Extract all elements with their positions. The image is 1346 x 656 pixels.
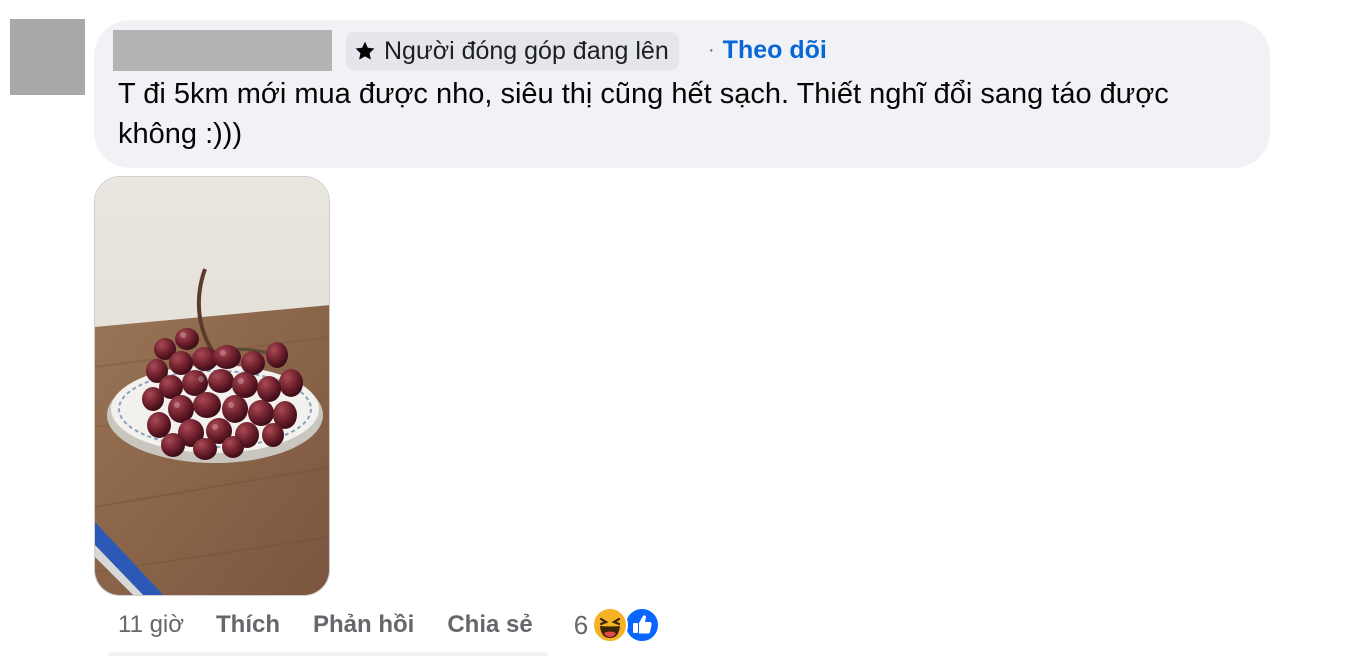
contributor-badge: Người đóng góp đang lên <box>346 32 679 70</box>
like-button[interactable]: Thích <box>216 611 280 639</box>
reaction-summary[interactable]: 6 <box>574 606 662 644</box>
comment-actions: 11 giờ Thích Phản hồi Chia sẻ 6 <box>118 607 662 643</box>
haha-icon <box>592 607 629 650</box>
follow-group: · Theo dõi <box>708 36 827 65</box>
next-comment-edge <box>108 652 548 656</box>
grapes-photo-illustration <box>95 177 329 595</box>
star-icon <box>354 40 376 62</box>
comment-bubble: Người đóng góp đang lên · Theo dõi T đi … <box>94 20 1270 168</box>
comment-text: T đi 5km mới mua được nho, siêu thị cũng… <box>118 78 1169 150</box>
reply-button[interactable]: Phản hồi <box>313 611 414 639</box>
comment-timestamp[interactable]: 11 giờ <box>118 611 184 639</box>
reaction-icons <box>592 606 662 644</box>
reaction-count: 6 <box>573 609 589 640</box>
separator-dot: · <box>708 39 715 61</box>
author-name-redacted[interactable] <box>113 30 332 71</box>
follow-button[interactable]: Theo dõi <box>723 36 827 65</box>
comment-thread: Người đóng góp đang lên · Theo dõi T đi … <box>0 0 1346 656</box>
share-button[interactable]: Chia sẻ <box>447 611 532 639</box>
avatar[interactable] <box>10 19 85 95</box>
like-icon <box>624 607 661 650</box>
comment-photo[interactable] <box>94 176 330 596</box>
badge-label: Người đóng góp đang lên <box>384 36 669 65</box>
